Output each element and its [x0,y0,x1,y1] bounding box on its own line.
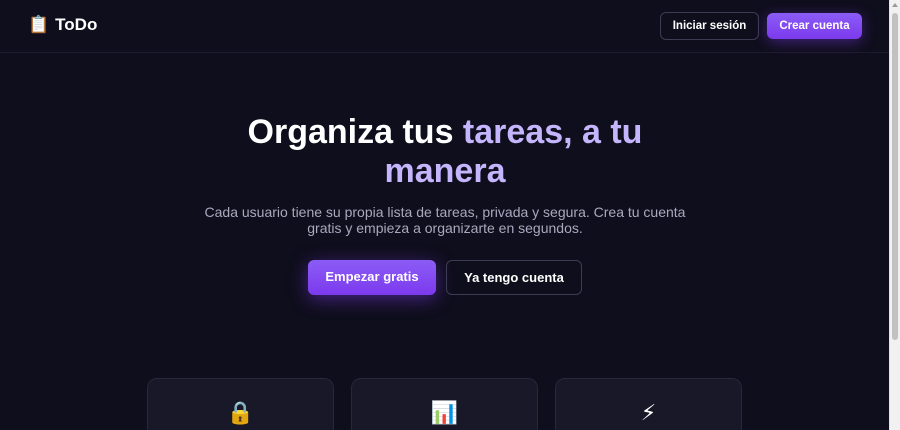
have-account-button[interactable]: Ya tengo cuenta [446,260,582,295]
vertical-scrollbar[interactable] [889,0,900,430]
hero-title-plain: Organiza tus [247,113,463,151]
hero-subtitle: Cada usuario tiene su propia lista de ta… [204,204,686,236]
brand-name: ToDo [55,15,98,34]
landing-page: 📋 ToDo Iniciar sesión Crear cuenta Organ… [0,0,889,430]
start-free-button[interactable]: Empezar gratis [308,260,436,295]
feature-card-speed: ⚡ [555,378,742,430]
hero-title: Organiza tus tareas, a tu manera [190,113,700,191]
feature-card-stats: 📊 [351,378,538,430]
feature-card-privacy: 🔒 [147,378,334,430]
bar-chart-icon: 📊 [430,400,459,425]
scrollbar-thumb[interactable] [892,13,898,340]
lightning-icon: ⚡ [640,400,657,425]
clipboard-icon: 📋 [28,15,50,34]
brand-logo[interactable]: 📋 ToDo [28,14,97,36]
create-account-button[interactable]: Crear cuenta [767,13,862,39]
top-navigation-bar: 📋 ToDo Iniciar sesión Crear cuenta [0,0,889,53]
login-button[interactable]: Iniciar sesión [660,12,759,40]
lock-icon: 🔒 [226,400,255,425]
scroll-up-arrow-icon[interactable] [892,3,898,7]
